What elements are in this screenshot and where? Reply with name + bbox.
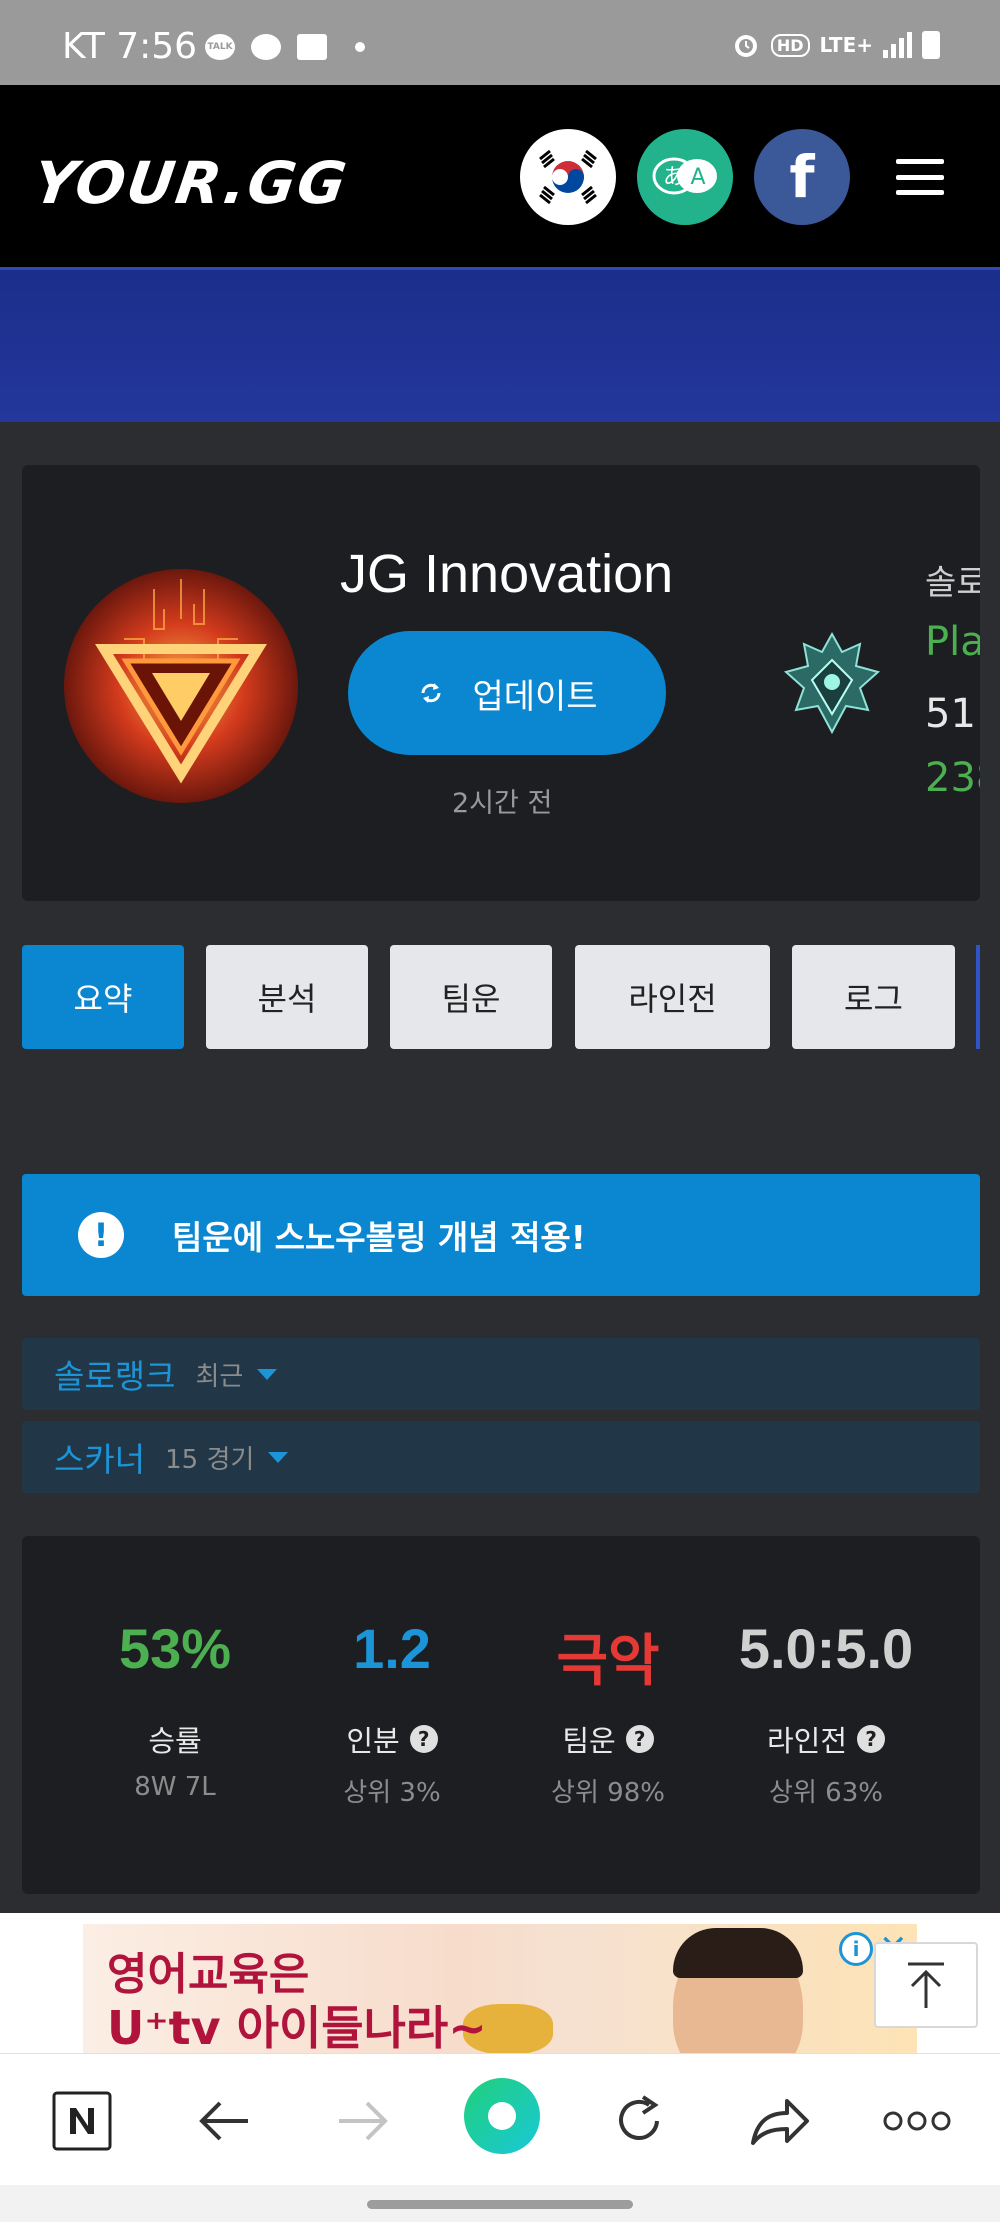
stat-label-wrap: 승률 <box>65 1718 285 1760</box>
help-icon[interactable]: ? <box>857 1725 886 1753</box>
image-icon <box>297 34 327 60</box>
share-icon[interactable] <box>742 2084 816 2158</box>
tab-summary[interactable]: 요약 <box>22 945 184 1049</box>
queue-filter-value: 최근 <box>195 1361 244 1392</box>
translate-glyph-ja: あ <box>663 165 685 190</box>
notification-icons: TALK <box>205 34 365 60</box>
back-arrow-icon[interactable] <box>187 2084 261 2158</box>
home-indicator[interactable] <box>367 2200 633 2209</box>
champion-filter-label: 스카너 <box>54 1440 146 1479</box>
baseball-icon <box>251 34 281 60</box>
naver-home-icon[interactable] <box>45 2084 119 2158</box>
rank-queue-label: 솔로 <box>925 563 980 603</box>
stat-value: 53% <box>118 1617 232 1680</box>
alarm-icon <box>734 35 757 57</box>
stat-label: 라인전 <box>766 1724 848 1758</box>
notice-text: 팀운에 스노우볼링 개념 적용! <box>172 1218 586 1257</box>
ad-person-hair <box>673 1928 803 1978</box>
stat-label-wrap: 인분? <box>282 1718 502 1760</box>
stat-value: 1.2 <box>353 1617 431 1680</box>
facebook-icon[interactable]: f <box>754 129 850 225</box>
arrow-up-to-top-icon <box>908 1962 944 2008</box>
gesture-area <box>0 2185 1000 2222</box>
caret-down-icon <box>268 1451 289 1463</box>
queue-filter[interactable]: 솔로랭크 최근 <box>22 1338 980 1410</box>
stat-value: 극악 <box>556 1629 660 1692</box>
top-banner <box>0 267 1000 422</box>
summoner-avatar <box>64 569 298 803</box>
ad-area: 영어교육은 U⁺tv 아이들나라~ i ✕ <box>0 1913 1000 2053</box>
help-icon[interactable]: ? <box>625 1725 654 1753</box>
rank-points: 51. <box>925 691 980 737</box>
rank-wins: 238 <box>925 755 980 801</box>
update-button[interactable]: 업데이트 <box>348 631 666 755</box>
dot-icon <box>355 42 365 52</box>
last-updated-time: 2시간 전 <box>452 788 553 819</box>
tab-laning[interactable]: 라인전 <box>575 945 770 1049</box>
stat-value: 5.0:5.0 <box>738 1617 914 1680</box>
status-bar: KT 7:56 TALK HD LTE+ <box>0 0 1000 85</box>
queue-filter-label: 솔로랭크 <box>54 1357 176 1396</box>
ad-info-icon[interactable]: i <box>839 1932 873 1966</box>
network-label: LTE+ <box>819 33 874 57</box>
signal-icon <box>883 32 912 58</box>
facebook-glyph: f <box>789 143 815 211</box>
exclamation-icon: ! <box>78 1212 124 1258</box>
forward-arrow-icon[interactable] <box>326 2084 400 2158</box>
site-logo[interactable]: YOUR.GG <box>29 149 352 217</box>
profile-tabs: 요약 분석 팀운 라인전 로그 <box>22 945 980 1049</box>
talk-icon: TALK <box>205 34 235 60</box>
stat-sub: 상위 98% <box>551 1778 665 1808</box>
profile-card: JG Innovation 업데이트 2시간 전 솔로 Pla 51. 238 <box>22 465 980 901</box>
stat-contribution: 1.2 인분? 상위 3% <box>282 1616 502 1809</box>
summoner-name: JG Innovation <box>340 544 674 604</box>
stat-label-wrap: 라인전? <box>716 1718 936 1760</box>
refresh-page-icon[interactable] <box>602 2084 676 2158</box>
ad-text-line2: U⁺tv 아이들나라~ <box>107 2001 487 2053</box>
caret-down-icon <box>257 1368 278 1380</box>
hamburger-menu-icon[interactable] <box>896 159 944 195</box>
refresh-icon <box>421 683 441 703</box>
translate-icon[interactable]: あ A <box>637 129 733 225</box>
tab-overflow-edge <box>976 945 980 1049</box>
champion-filter-value: 15 경기 <box>165 1444 255 1475</box>
rank-tier: Pla <box>925 619 980 665</box>
notice-banner[interactable]: ! 팀운에 스노우볼링 개념 적용! <box>22 1174 980 1296</box>
more-options-icon[interactable] <box>880 2084 954 2158</box>
stat-sub: 상위 3% <box>343 1778 441 1808</box>
advertisement-banner[interactable]: 영어교육은 U⁺tv 아이들나라~ i ✕ <box>83 1924 917 2053</box>
carrier-time: KT 7:56 <box>62 26 198 67</box>
tab-team-luck[interactable]: 팀운 <box>390 945 552 1049</box>
stat-label: 인분 <box>346 1724 400 1758</box>
stat-sub: 상위 63% <box>769 1778 883 1808</box>
rank-emblem-icon <box>780 630 884 742</box>
battery-icon <box>922 31 940 59</box>
green-dot-home-icon[interactable] <box>462 2076 542 2156</box>
update-button-label: 업데이트 <box>472 677 598 716</box>
stat-winrate: 53% 승률 8W 7L <box>65 1616 285 1802</box>
scroll-to-top-button[interactable] <box>874 1942 978 2028</box>
site-header: YOUR.GG あ A f <box>0 85 1000 267</box>
hd-label: HD <box>770 33 810 57</box>
browser-toolbar <box>0 2053 1000 2185</box>
stat-laning: 5.0:5.0 라인전? 상위 63% <box>716 1616 936 1809</box>
korea-flag-icon[interactable] <box>520 129 616 225</box>
stat-label: 승률 <box>148 1724 202 1758</box>
system-icons: HD LTE+ <box>731 30 940 60</box>
champion-filter[interactable]: 스카너 15 경기 <box>22 1421 980 1493</box>
stat-sub: 8W 7L <box>134 1772 216 1802</box>
stat-label: 팀운 <box>562 1724 616 1758</box>
stats-summary-card: 53% 승률 8W 7L 1.2 인분? 상위 3% 극악 팀운? 상위 98%… <box>22 1536 980 1894</box>
tab-log[interactable]: 로그 <box>792 945 955 1049</box>
help-icon[interactable]: ? <box>409 1725 438 1753</box>
stat-label-wrap: 팀운? <box>498 1718 718 1760</box>
stat-team-luck: 극악 팀운? 상위 98% <box>498 1616 718 1809</box>
translate-glyph-en: A <box>690 165 705 190</box>
tab-analysis[interactable]: 분석 <box>206 945 368 1049</box>
